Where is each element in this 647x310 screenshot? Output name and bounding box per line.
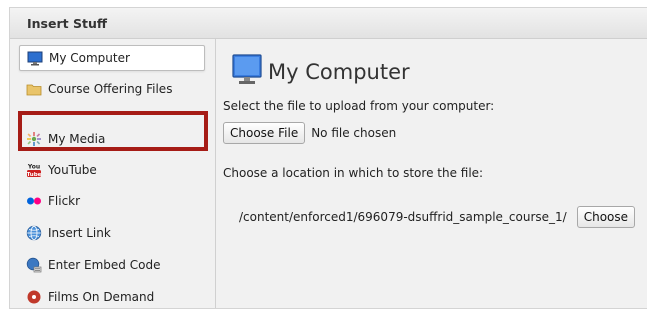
- location-prompt: Choose a location in which to store the …: [223, 166, 484, 180]
- main-panel: My Computer Select the file to upload fr…: [216, 39, 647, 308]
- sidebar-item-label: Flickr: [48, 194, 81, 208]
- sidebar-item-insert-link[interactable]: Insert Link: [19, 220, 205, 246]
- location-path: /content/enforced1/696079-dsuffrid_sampl…: [239, 210, 567, 224]
- location-row: /content/enforced1/696079-dsuffrid_sampl…: [239, 206, 636, 228]
- films-icon: [25, 289, 43, 305]
- sidebar-item-films-on-demand[interactable]: Films On Demand: [19, 284, 205, 310]
- sidebar-item-label: YouTube: [48, 163, 97, 177]
- sidebar-item-my-computer[interactable]: My Computer: [19, 45, 205, 71]
- sidebar-item-label: Films On Demand: [48, 290, 155, 304]
- dialog-titlebar: Insert Stuff: [10, 8, 647, 39]
- svg-text:Tube: Tube: [27, 172, 42, 178]
- no-file-text: No file chosen: [311, 126, 397, 140]
- sidebar-item-my-media[interactable]: My Media: [19, 126, 205, 152]
- globe-icon: [25, 225, 43, 241]
- sidebar-item-label: Enter Embed Code: [48, 258, 161, 272]
- choose-location-button[interactable]: Choose: [576, 206, 636, 228]
- choose-file-button[interactable]: Choose File: [223, 122, 306, 144]
- svg-text:You: You: [27, 164, 40, 171]
- sidebar-item-course-offering-files[interactable]: Course Offering Files: [19, 76, 205, 102]
- dialog-title: Insert Stuff: [27, 16, 107, 31]
- file-input: Choose File No file chosen: [223, 122, 396, 144]
- sidebar-item-label: My Media: [48, 132, 106, 146]
- sidebar-item-enter-embed-code[interactable]: Enter Embed Code: [19, 252, 205, 278]
- sidebar: My Computer Course Offering Files My Med…: [10, 39, 216, 308]
- embed-icon: [25, 257, 43, 273]
- sidebar-item-youtube[interactable]: You Tube YouTube: [19, 157, 205, 183]
- sidebar-item-label: My Computer: [49, 51, 130, 65]
- select-file-prompt: Select the file to upload from your comp…: [223, 99, 495, 113]
- monitor-icon: [26, 50, 44, 66]
- sidebar-item-label: Course Offering Files: [48, 82, 173, 96]
- folder-icon: [25, 81, 43, 97]
- sidebar-item-label: Insert Link: [48, 226, 111, 240]
- youtube-icon: You Tube: [25, 162, 43, 178]
- page-title: My Computer: [268, 59, 410, 84]
- sidebar-item-flickr[interactable]: Flickr: [19, 188, 205, 214]
- insert-stuff-dialog: Insert Stuff My Computer Course Offering…: [9, 7, 647, 309]
- flickr-icon: [25, 193, 43, 209]
- page-heading: My Computer: [232, 54, 410, 89]
- media-icon: [25, 131, 43, 147]
- monitor-icon: [232, 54, 262, 89]
